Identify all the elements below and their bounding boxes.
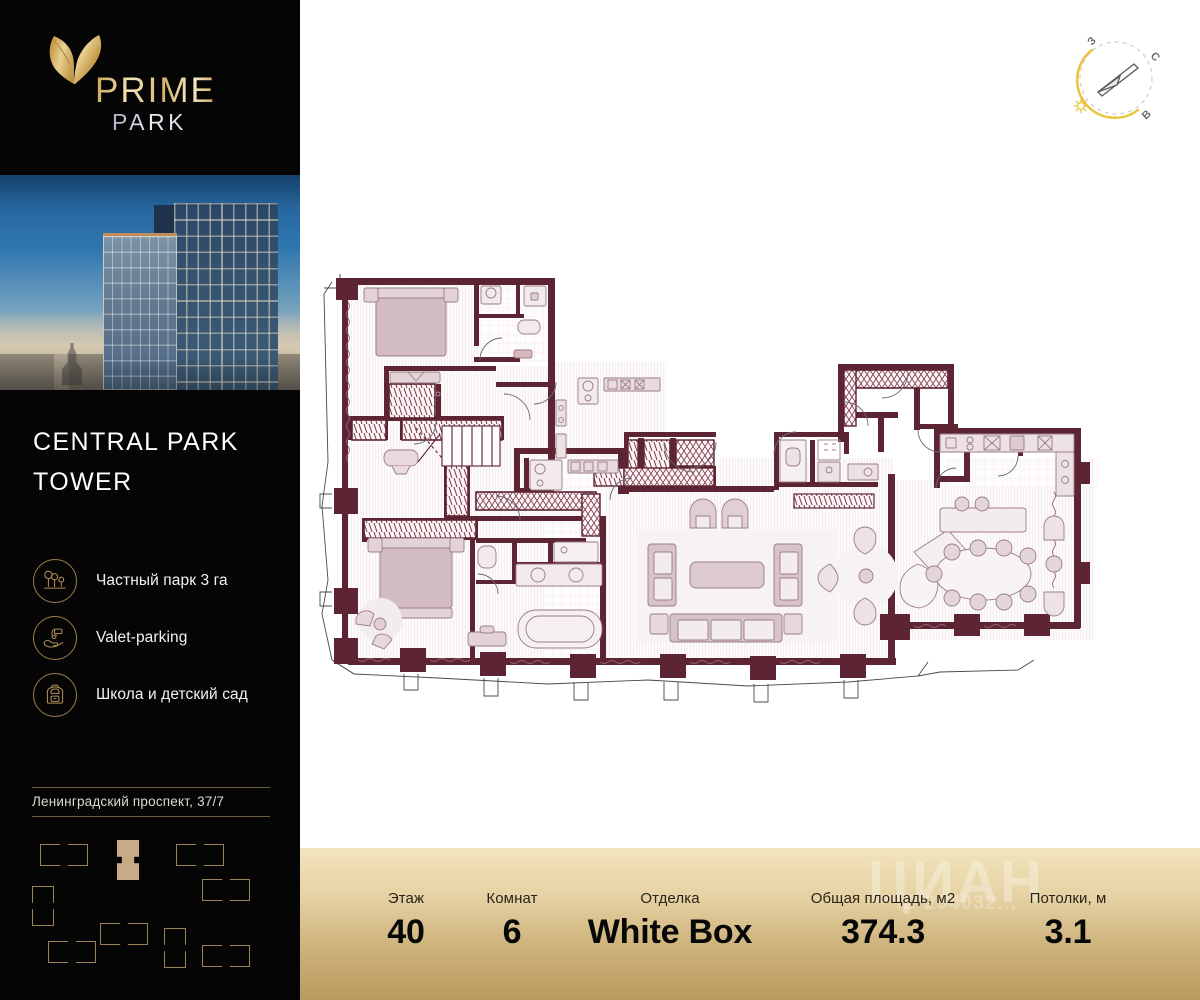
site-plan-building[interactable] — [32, 886, 54, 926]
stat-label: Потолки, м — [1029, 890, 1107, 907]
feature-item-valet: Valet-parking — [33, 609, 293, 666]
site-plan-building[interactable] — [176, 844, 224, 866]
feature-item-park: Частный парк 3 га — [33, 552, 293, 609]
project-title-line1: CENTRAL PARK — [33, 428, 239, 456]
stats-row: Этаж 40 Комнат 6 Отделка White Box Общая площа… — [300, 848, 1200, 1000]
stat-label: Отделка — [640, 890, 700, 907]
brand-logo-block[interactable]: PRIME PARK — [0, 0, 300, 175]
stat-value: White Box — [587, 913, 753, 951]
site-plan-buildings[interactable] — [30, 838, 275, 983]
hand-key-icon — [33, 615, 77, 660]
logo-wordmark: PRIME PARK — [95, 71, 216, 136]
site-plan-building[interactable] — [100, 923, 148, 945]
logo-prime-text: PRIME — [95, 71, 216, 110]
features-list: Частный парк 3 га Valet-parking Школа и … — [33, 552, 293, 723]
stat-value: 3.1 — [1044, 913, 1092, 951]
stat-value: 6 — [502, 913, 522, 951]
plan-group — [319, 274, 1098, 703]
trees-icon — [33, 558, 77, 603]
logo-park-text: PARK — [112, 109, 216, 135]
stat-cell: Потолки, м 3.1 — [998, 890, 1138, 952]
site-plan-building[interactable] — [202, 945, 250, 967]
site-plan-building[interactable] — [202, 879, 250, 901]
project-title: CENTRAL PARK TOWER — [33, 422, 283, 502]
stat-cell: Общая площадь, м2 374.3 — [783, 890, 983, 952]
compass-rose: З С В — [1060, 26, 1170, 136]
floor-plan-svg — [319, 274, 1098, 703]
svg-text:С: С — [1148, 50, 1162, 64]
svg-text:В: В — [1140, 108, 1154, 122]
feature-label-valet: Valet-parking — [96, 628, 188, 646]
stat-cell: Отделка White Box — [565, 890, 775, 952]
site-plan-building[interactable] — [48, 941, 96, 963]
stat-label: Этаж — [387, 890, 425, 907]
photo-vignette — [0, 175, 300, 390]
stat-value: 40 — [387, 913, 425, 951]
site-plan-building[interactable] — [164, 928, 186, 968]
svg-text:З: З — [1085, 35, 1099, 48]
stat-bar: ЦИАН ID 294032... Этаж 40 Комнат 6 Отделка Wh… — [300, 848, 1200, 1000]
building-photo — [0, 175, 300, 390]
stat-label: Комнат — [486, 890, 538, 907]
stat-cell: Комнат 6 — [452, 890, 572, 952]
site-plan-building[interactable] — [40, 844, 88, 866]
sidebar: PRIME PARK CENTRAL PARK TOWER Частный па… — [0, 0, 300, 1000]
stat-label: Общая площадь, м2 — [810, 890, 956, 907]
floor-plan-listing-page: PRIME PARK CENTRAL PARK TOWER Частный па… — [0, 0, 1200, 1000]
backpack-icon — [33, 672, 77, 717]
stat-cell: Этаж 40 — [346, 890, 466, 952]
project-title-line2: TOWER — [33, 468, 133, 496]
feature-item-school: Школа и детский сад — [33, 666, 293, 723]
site-plan-building-selected[interactable] — [117, 840, 139, 880]
address-text: Ленинградский проспект, 37/7 — [32, 787, 270, 817]
stat-value: 374.3 — [840, 913, 926, 951]
address-block: Ленинградский проспект, 37/7 — [32, 787, 270, 817]
feature-label-park: Частный парк 3 га — [96, 571, 228, 589]
apartment-floor-plan[interactable] — [318, 262, 1178, 742]
feature-label-school: Школа и детский сад — [96, 685, 248, 703]
